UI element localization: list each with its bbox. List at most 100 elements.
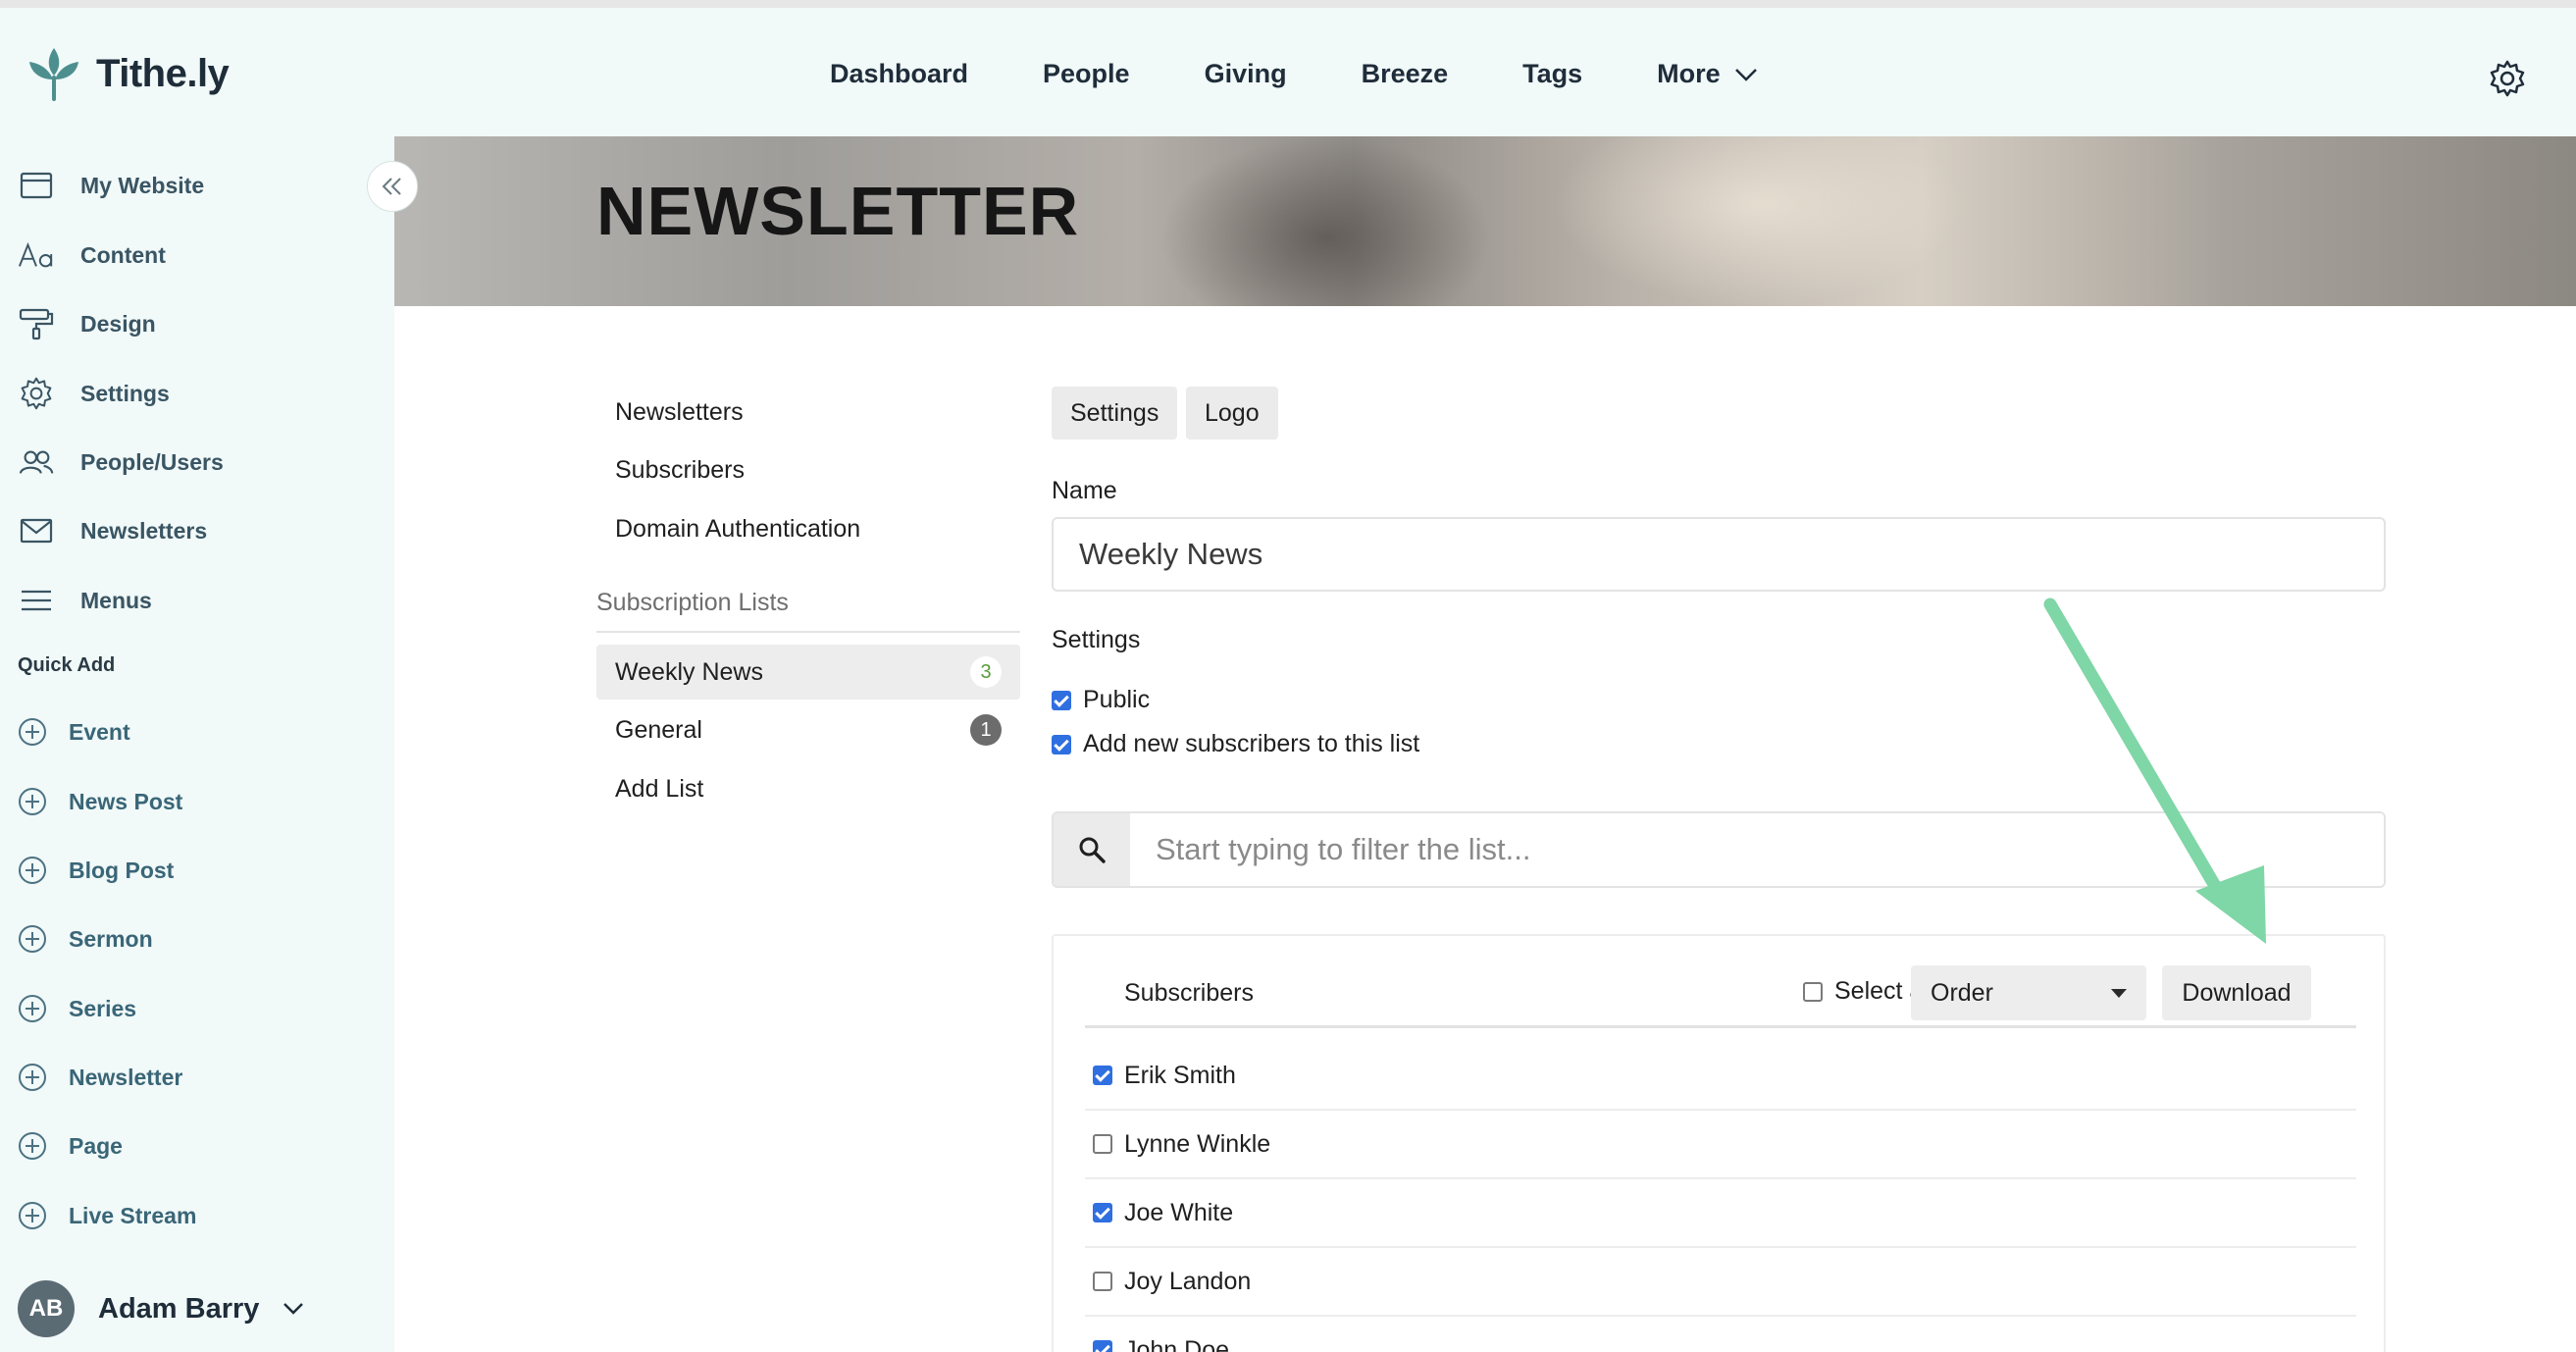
quick-add-news-post[interactable]: News Post: [18, 777, 182, 826]
nav-people[interactable]: People: [1043, 59, 1130, 89]
plus-circle-icon: [19, 788, 46, 815]
subnav-subscribers[interactable]: Subscribers: [615, 456, 745, 485]
gear-icon[interactable]: [2488, 59, 2527, 98]
subscriber-checkbox[interactable]: [1093, 1066, 1112, 1085]
search-icon: [1079, 837, 1106, 863]
settings-label: Settings: [1052, 626, 1141, 653]
sidebar-item-content[interactable]: Content: [18, 231, 166, 280]
download-button[interactable]: Download: [2162, 965, 2311, 1020]
user-name: Adam Barry: [98, 1292, 260, 1325]
nav-tags[interactable]: Tags: [1522, 59, 1582, 89]
quick-add-label: Event: [69, 718, 130, 745]
nav-giving[interactable]: Giving: [1205, 59, 1287, 89]
sidebar-item-label: Content: [80, 241, 166, 268]
quick-add-label: Blog Post: [69, 857, 175, 883]
leaf-logo-icon: [29, 48, 78, 101]
table-row[interactable]: Lynne Winkle: [1085, 1111, 2356, 1179]
caret-down-icon: [2111, 988, 2127, 998]
search-button[interactable]: [1054, 813, 1130, 886]
list-item-label: Weekly News: [615, 657, 763, 686]
subscriber-checkbox[interactable]: [1093, 1272, 1112, 1291]
subscriber-filter: [1052, 811, 2386, 888]
quick-add-page[interactable]: Page: [18, 1121, 123, 1170]
sidebar-item-my-website[interactable]: My Website: [18, 161, 204, 210]
hamburger-menu-icon: [18, 582, 55, 619]
select-all-checkbox[interactable]: [1803, 981, 1823, 1002]
chevron-down-icon: [283, 1303, 304, 1315]
sidebar-item-people-users[interactable]: People/Users: [18, 438, 224, 487]
collapse-sidebar-button[interactable]: [367, 161, 418, 212]
nav-dashboard[interactable]: Dashboard: [830, 59, 968, 89]
count-badge: 1: [970, 714, 1002, 746]
quick-add-sermon[interactable]: Sermon: [18, 914, 153, 963]
sidebar-item-label: My Website: [80, 172, 205, 198]
list-name-input[interactable]: [1052, 517, 2386, 592]
subscribers-header: Subscribers Select all Order Download: [1085, 965, 2356, 1028]
quick-add-label: Series: [69, 995, 137, 1021]
nav-more[interactable]: More: [1657, 59, 1758, 89]
quick-add-label: Newsletter: [69, 1064, 183, 1090]
subscription-lists-heading: Subscription Lists: [596, 589, 1020, 633]
plus-circle-icon: [19, 1202, 46, 1229]
sidebar-item-label: Newsletters: [80, 517, 208, 544]
quick-add-label: Page: [69, 1132, 123, 1159]
subscriber-checkbox[interactable]: [1093, 1134, 1112, 1154]
nav-breeze[interactable]: Breeze: [1362, 59, 1449, 89]
quick-add-event[interactable]: Event: [18, 707, 130, 756]
logo-text: Tithe.ly: [96, 51, 230, 95]
hero-highlight: [1552, 136, 1964, 306]
subnav-domain-authentication[interactable]: Domain Authentication: [615, 515, 860, 544]
order-dropdown[interactable]: Order: [1911, 965, 2146, 1020]
table-row[interactable]: Joe White: [1085, 1179, 2356, 1248]
subscriber-checkbox[interactable]: [1093, 1203, 1112, 1222]
quick-add-label: Live Stream: [69, 1202, 197, 1228]
tithely-logo[interactable]: Tithe.ly: [26, 39, 230, 108]
list-item-weekly-news[interactable]: Weekly News 3: [596, 645, 1020, 700]
quick-add-newsletter[interactable]: Newsletter: [18, 1053, 182, 1102]
sidebar-item-label: Settings: [80, 380, 170, 406]
add-list-link[interactable]: Add List: [596, 761, 1020, 816]
quick-add-blog-post[interactable]: Blog Post: [18, 846, 174, 895]
plus-circle-icon: [19, 718, 46, 746]
tab-logo[interactable]: Logo: [1186, 387, 1278, 440]
add-new-subscribers-label: Add new subscribers to this list: [1083, 730, 1420, 757]
subscriber-name: John Doe: [1124, 1335, 1230, 1352]
add-new-subscribers-checkbox-row[interactable]: Add new subscribers to this list: [1052, 730, 1419, 758]
tab-settings[interactable]: Settings: [1052, 387, 1178, 440]
list-item-label: General: [615, 715, 702, 744]
user-menu[interactable]: AB Adam Barry: [18, 1280, 304, 1337]
table-row[interactable]: Erik Smith: [1085, 1042, 2356, 1111]
sidebar-item-newsletters[interactable]: Newsletters: [18, 506, 207, 555]
add-new-subscribers-checkbox[interactable]: [1052, 734, 1071, 754]
typography-icon: [18, 236, 55, 274]
public-checkbox-label: Public: [1083, 686, 1151, 713]
quick-add-live-stream[interactable]: Live Stream: [18, 1191, 196, 1240]
public-checkbox[interactable]: [1052, 690, 1071, 710]
search-input[interactable]: [1130, 813, 2384, 886]
table-row[interactable]: Joy Landon: [1085, 1248, 2356, 1317]
sidebar-item-settings[interactable]: Settings: [18, 369, 170, 418]
plus-circle-icon: [19, 1064, 46, 1091]
sidebar-item-label: Design: [80, 310, 156, 337]
sidebar-item-label: People/Users: [80, 448, 224, 475]
quick-add-heading: Quick Add: [18, 654, 116, 676]
public-checkbox-row[interactable]: Public: [1052, 686, 1150, 714]
subnav-newsletters[interactable]: Newsletters: [615, 398, 744, 427]
browser-window-icon: [18, 167, 55, 204]
sidebar-item-menus[interactable]: Menus: [18, 576, 152, 625]
table-row[interactable]: John Doe: [1085, 1317, 2356, 1352]
settings-gear-icon: [18, 375, 55, 412]
plus-circle-icon: [19, 857, 46, 884]
subscriber-name: Erik Smith: [1124, 1061, 1236, 1089]
list-item-general[interactable]: General 1: [596, 702, 1020, 757]
quick-add-label: News Post: [69, 788, 183, 814]
users-icon: [18, 443, 55, 481]
avatar: AB: [18, 1280, 75, 1337]
double-chevron-left-icon: [382, 178, 401, 195]
plus-circle-icon: [19, 1132, 46, 1160]
sidebar: My Website Content Design Settings Peopl…: [0, 136, 394, 1352]
quick-add-series[interactable]: Series: [18, 984, 136, 1033]
sidebar-item-design[interactable]: Design: [18, 299, 156, 348]
subscriber-checkbox[interactable]: [1093, 1340, 1112, 1352]
paint-roller-icon: [18, 305, 55, 342]
